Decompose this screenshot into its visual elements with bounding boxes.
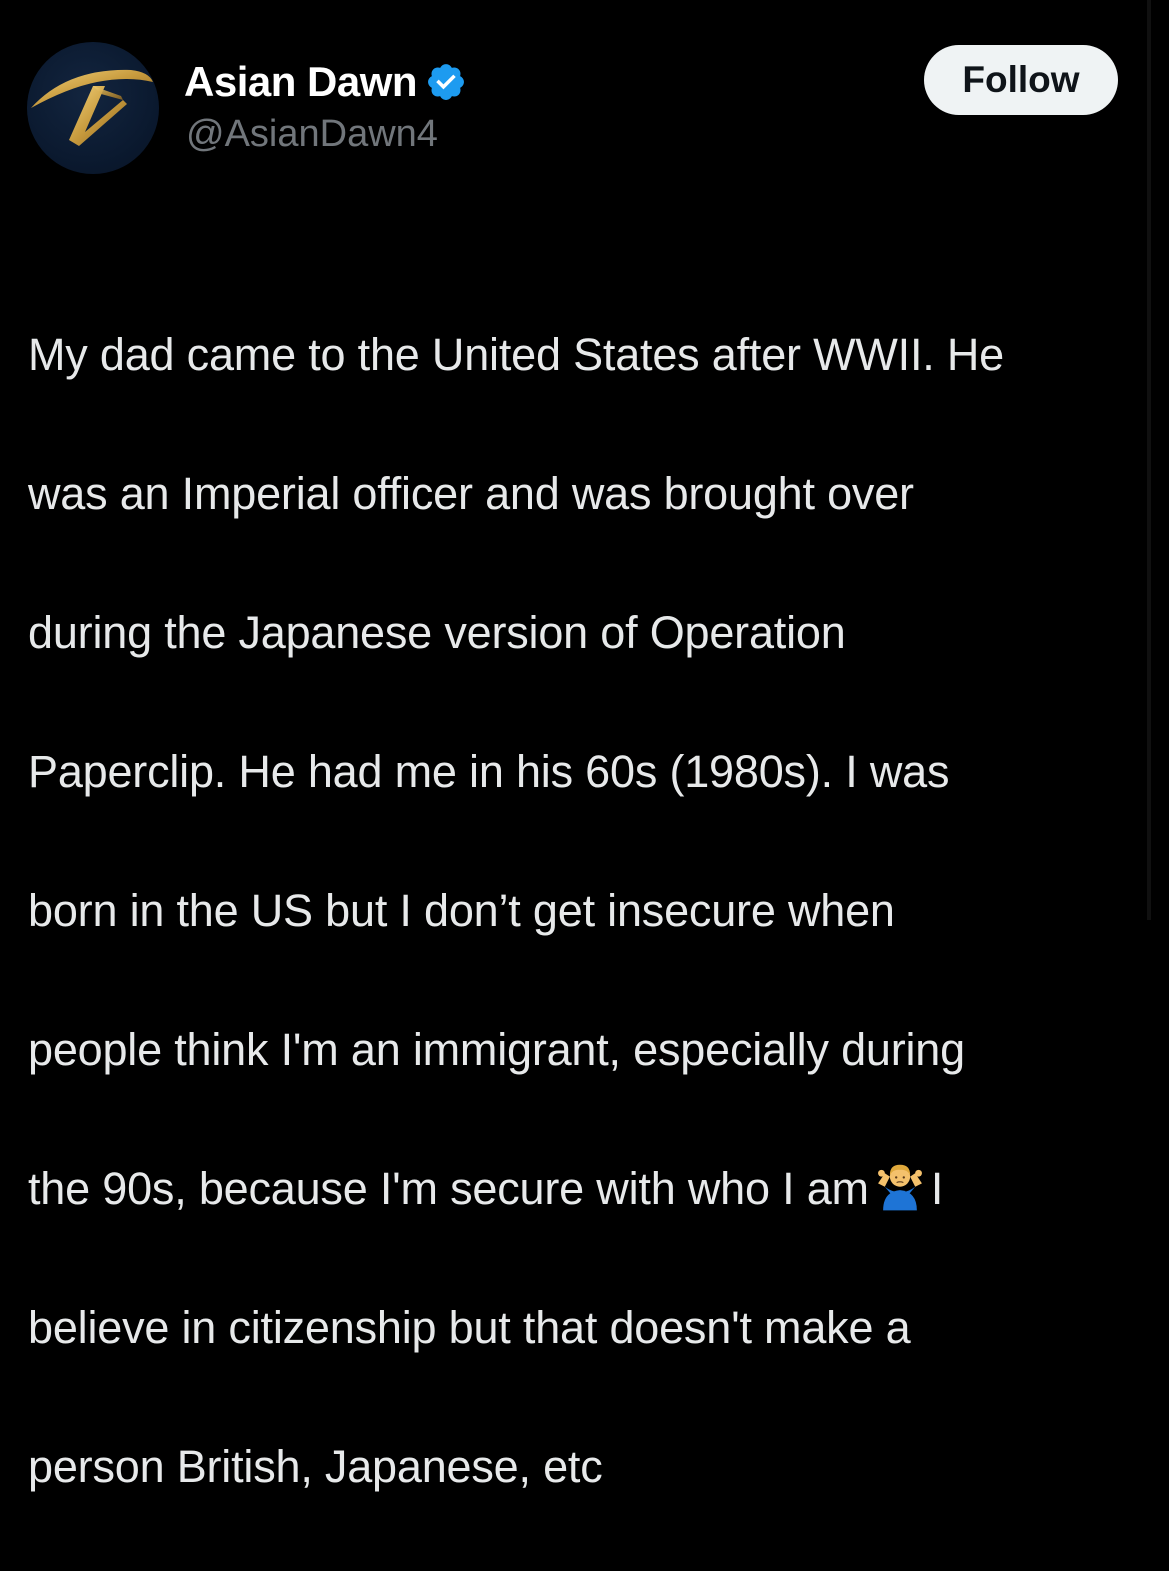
author-handle[interactable]: @AsianDawn4 [186,113,438,156]
tweet-text: My dad came to the United States after W… [28,250,1158,1571]
follow-button[interactable]: Follow [924,45,1118,115]
tweet-line: people think I'm an immigrant, especiall… [28,1023,965,1075]
author-display-name[interactable]: Asian Dawn [184,58,418,106]
tweet-line: born in the US but I don’t get insecure … [28,884,895,936]
tweet-line: believe in citizenship but that doesn't … [28,1301,911,1353]
tweet-line: My dad came to the United States after W… [28,328,1004,380]
person-shrugging-emoji-icon [873,1158,927,1212]
tweet-line: during the Japanese version of Operation [28,606,846,658]
avatar[interactable] [27,42,159,174]
scrollbar[interactable] [1147,0,1151,920]
tweet-card: Asian Dawn @AsianDawn4 Follow My dad cam… [0,0,1169,1492]
tweet-line: Paperclip. He had me in his 60s (1980s).… [28,745,950,797]
asian-dawn-logo-icon [31,69,153,146]
tweet-line: was an Imperial officer and was brought … [28,467,914,519]
author-name-row: Asian Dawn [184,56,467,108]
tweet-line-segment: I [930,1162,944,1214]
tweet-line: person British, Japanese, etc [28,1440,603,1492]
tweet-line-with-emoji: the 90s, because I'm secure with who I a… [28,1154,1158,1224]
verified-badge-icon[interactable] [425,61,467,103]
tweet-line-segment: the 90s, because I'm secure with who I a… [28,1162,869,1214]
